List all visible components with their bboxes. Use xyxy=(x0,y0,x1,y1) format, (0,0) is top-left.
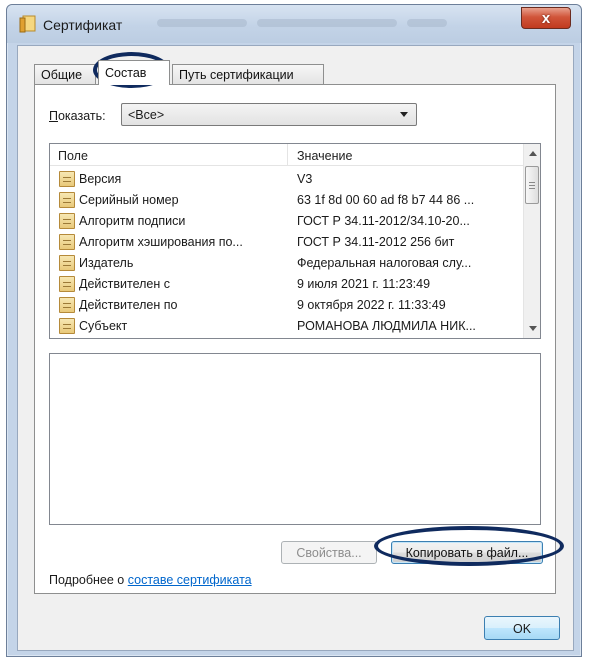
row-value: ГОСТ Р 34.11-2012/34.10-20... xyxy=(297,214,470,228)
list-row[interactable]: Субъект РОМАНОВА ЛЮДМИЛА НИК... xyxy=(50,316,523,337)
blurred-title-segment xyxy=(257,19,397,27)
row-value: РОМАНОВА ЛЮДМИЛА НИК... xyxy=(297,319,476,333)
blurred-title-segment xyxy=(407,19,447,27)
field-icon xyxy=(59,213,75,229)
list-row[interactable]: Действителен с 9 июля 2021 г. 11:23:49 xyxy=(50,274,523,295)
field-icon xyxy=(59,192,75,208)
field-icon xyxy=(59,276,75,292)
list-row[interactable]: Алгоритм хэширования по... ГОСТ Р 34.11-2… xyxy=(50,232,523,253)
copy-to-file-button[interactable]: Копировать в файл... xyxy=(391,541,543,564)
field-icon xyxy=(59,234,75,250)
row-field: Алгоритм хэширования по... xyxy=(79,235,243,249)
list-row[interactable]: Действителен по 9 октября 2022 г. 11:33:4… xyxy=(50,295,523,316)
list-row[interactable]: Алгоритм подписи ГОСТ Р 34.11-2012/34.10-… xyxy=(50,211,523,232)
certificate-window: Сертификат x Общие Состав Путь сертифика… xyxy=(6,4,582,657)
row-field: Субъект xyxy=(79,319,128,333)
field-icon xyxy=(59,171,75,187)
row-value: ГОСТ Р 34.11-2012 256 бит xyxy=(297,235,455,249)
title-bar[interactable]: Сертификат x xyxy=(7,5,581,43)
dialog-client-area: Общие Состав Путь сертификации Показать:… xyxy=(17,45,574,651)
row-value: 63 1f 8d 00 60 ad f8 b7 44 86 ... xyxy=(297,193,475,207)
list-rows: Версия V3 Серийный номер 63 1f 8d 00 60 ad… xyxy=(50,169,523,337)
row-field: Действителен по xyxy=(79,298,178,312)
column-separator[interactable] xyxy=(287,144,288,166)
blurred-title-segment xyxy=(157,19,247,27)
list-scrollbar[interactable] xyxy=(523,144,540,338)
scroll-up-icon[interactable] xyxy=(529,151,537,156)
tab-general[interactable]: Общие xyxy=(34,64,96,84)
field-value-box[interactable] xyxy=(49,353,541,525)
tab-certification-path[interactable]: Путь сертификации xyxy=(172,64,324,84)
composition-tab-panel: Показать: <Все> Поле Значение Версия V3 С… xyxy=(34,84,556,594)
row-field: Алгоритм подписи xyxy=(79,214,186,228)
show-label: Показать: xyxy=(49,109,106,123)
field-icon xyxy=(59,255,75,271)
list-row[interactable]: Издатель Федеральная налоговая слу... xyxy=(50,253,523,274)
column-header-value[interactable]: Значение xyxy=(297,149,352,163)
tab-composition[interactable]: Состав xyxy=(98,60,170,85)
row-field: Издатель xyxy=(79,256,134,270)
grip-line xyxy=(529,185,535,186)
grip-line xyxy=(529,182,535,183)
details-text: Подробнее о составе сертификата xyxy=(49,573,252,587)
window-title: Сертификат xyxy=(43,17,123,33)
grip-line xyxy=(529,188,535,189)
list-header: Поле Значение xyxy=(50,144,523,166)
row-field: Серийный номер xyxy=(79,193,179,207)
list-row[interactable]: Версия V3 xyxy=(50,169,523,190)
list-row[interactable]: Серийный номер 63 1f 8d 00 60 ad f8 b7 44… xyxy=(50,190,523,211)
row-value: 9 октября 2022 г. 11:33:49 xyxy=(297,298,446,312)
ok-button[interactable]: OK xyxy=(484,616,560,640)
field-icon xyxy=(59,318,75,334)
certificate-app-icon xyxy=(19,15,36,33)
row-field: Версия xyxy=(79,172,122,186)
row-value: V3 xyxy=(297,172,313,186)
properties-button[interactable]: Свойства... xyxy=(281,541,377,564)
fields-list[interactable]: Поле Значение Версия V3 Серийный номер 63 … xyxy=(49,143,541,339)
show-dropdown-value: <Все> xyxy=(128,108,165,122)
row-field: Действителен с xyxy=(79,277,170,291)
row-value: Федеральная налоговая слу... xyxy=(297,256,472,270)
dropdown-arrow-icon xyxy=(400,112,408,117)
close-icon: x xyxy=(541,9,551,27)
scrollbar-thumb[interactable] xyxy=(525,166,539,204)
field-icon xyxy=(59,297,75,313)
show-dropdown[interactable]: <Все> xyxy=(121,103,417,126)
scroll-down-icon[interactable] xyxy=(529,326,537,331)
certificate-details-link[interactable]: составе сертификата xyxy=(128,573,252,587)
column-header-field[interactable]: Поле xyxy=(58,149,88,163)
row-value: 9 июля 2021 г. 11:23:49 xyxy=(297,277,431,291)
close-button[interactable]: x xyxy=(521,7,571,29)
